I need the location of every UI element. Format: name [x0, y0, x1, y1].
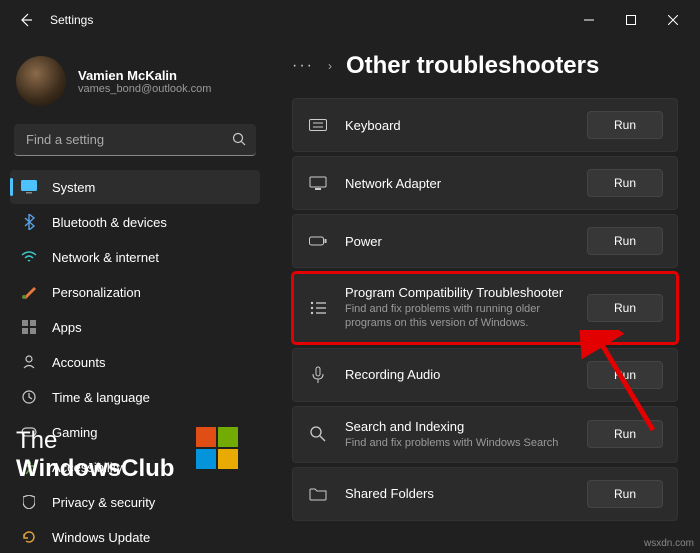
run-button[interactable]: Run — [587, 420, 663, 448]
card-title: Shared Folders — [345, 486, 571, 501]
keyboard-icon — [307, 119, 329, 131]
sidebar-item-label: Bluetooth & devices — [52, 215, 167, 230]
card-description: Find and fix problems with Windows Searc… — [345, 436, 571, 450]
sidebar-item-accessibility[interactable]: Accessibility — [10, 450, 260, 484]
sidebar-item-privacy[interactable]: Privacy & security — [10, 485, 260, 519]
search-index-icon — [307, 426, 329, 442]
sidebar-item-label: Personalization — [52, 285, 141, 300]
run-button[interactable]: Run — [587, 294, 663, 322]
search-input[interactable] — [14, 124, 256, 156]
troubleshooter-row-search: Search and Indexing Find and fix problem… — [292, 406, 678, 463]
card-title: Keyboard — [345, 118, 571, 133]
sidebar-item-apps[interactable]: Apps — [10, 310, 260, 344]
sidebar-item-gaming[interactable]: Gaming — [10, 415, 260, 449]
person-icon — [20, 355, 38, 369]
sidebar-item-network[interactable]: Network & internet — [10, 240, 260, 274]
card-title: Search and Indexing — [345, 419, 571, 434]
window-title: Settings — [50, 13, 93, 27]
sidebar-item-label: Time & language — [52, 390, 150, 405]
content-area: ··· › Other troubleshooters Keyboard Run… — [270, 40, 700, 553]
run-button[interactable]: Run — [587, 361, 663, 389]
card-title: Network Adapter — [345, 176, 571, 191]
sidebar-item-label: Network & internet — [52, 250, 159, 265]
sidebar-item-time[interactable]: Time & language — [10, 380, 260, 414]
breadcrumb: ··· › Other troubleshooters — [292, 52, 678, 80]
accessibility-icon — [20, 460, 38, 474]
chevron-right-icon: › — [328, 59, 332, 73]
clock-icon — [20, 390, 38, 404]
user-email: vames_bond@outlook.com — [78, 83, 211, 95]
sidebar-item-label: Accessibility — [52, 460, 123, 475]
user-profile[interactable]: Vamien McKalin vames_bond@outlook.com — [10, 48, 260, 124]
sidebar-item-label: Apps — [52, 320, 82, 335]
bluetooth-icon — [20, 214, 38, 230]
run-button[interactable]: Run — [587, 480, 663, 508]
run-button[interactable]: Run — [587, 111, 663, 139]
card-title: Program Compatibility Troubleshooter — [345, 285, 571, 300]
troubleshooter-row-keyboard: Keyboard Run — [292, 98, 678, 152]
sidebar-item-label: Windows Update — [52, 530, 150, 545]
wifi-icon — [20, 251, 38, 263]
game-icon — [20, 426, 38, 438]
troubleshooter-row-recording: Recording Audio Run — [292, 348, 678, 402]
sidebar-item-accounts[interactable]: Accounts — [10, 345, 260, 379]
brush-icon — [20, 284, 38, 300]
power-icon — [307, 235, 329, 247]
folder-icon — [307, 487, 329, 501]
card-description: Find and fix problems with running older… — [345, 302, 571, 331]
titlebar: Settings — [0, 0, 700, 40]
breadcrumb-more-icon[interactable]: ··· — [292, 57, 314, 75]
search-icon — [232, 132, 246, 146]
apps-icon — [20, 320, 38, 334]
mic-icon — [307, 366, 329, 384]
troubleshooter-row-shared: Shared Folders Run — [292, 467, 678, 521]
list-icon — [307, 300, 329, 316]
card-title: Power — [345, 234, 571, 249]
sidebar-item-personalization[interactable]: Personalization — [10, 275, 260, 309]
troubleshooter-row-network: Network Adapter Run — [292, 156, 678, 210]
close-button[interactable] — [652, 5, 694, 35]
troubleshooter-row-compat: Program Compatibility Troubleshooter Fin… — [292, 272, 678, 344]
source-watermark: wsxdn.com — [644, 538, 694, 549]
maximize-button[interactable] — [610, 5, 652, 35]
sidebar: Vamien McKalin vames_bond@outlook.com Sy… — [0, 40, 270, 553]
sidebar-item-update[interactable]: Windows Update — [10, 520, 260, 553]
sidebar-item-label: Accounts — [52, 355, 105, 370]
run-button[interactable]: Run — [587, 169, 663, 197]
troubleshooter-row-power: Power Run — [292, 214, 678, 268]
shield-icon — [20, 495, 38, 509]
sidebar-item-bluetooth[interactable]: Bluetooth & devices — [10, 205, 260, 239]
card-title: Recording Audio — [345, 367, 571, 382]
sidebar-item-label: Privacy & security — [52, 495, 155, 510]
back-button[interactable] — [16, 10, 36, 30]
system-icon — [20, 180, 38, 194]
page-title: Other troubleshooters — [346, 52, 599, 80]
sidebar-item-label: Gaming — [52, 425, 98, 440]
avatar — [16, 56, 66, 106]
minimize-button[interactable] — [568, 5, 610, 35]
run-button[interactable]: Run — [587, 227, 663, 255]
network-adapter-icon — [307, 176, 329, 190]
sidebar-item-label: System — [52, 180, 95, 195]
sidebar-item-system[interactable]: System — [10, 170, 260, 204]
update-icon — [20, 530, 38, 544]
user-name: Vamien McKalin — [78, 68, 211, 83]
